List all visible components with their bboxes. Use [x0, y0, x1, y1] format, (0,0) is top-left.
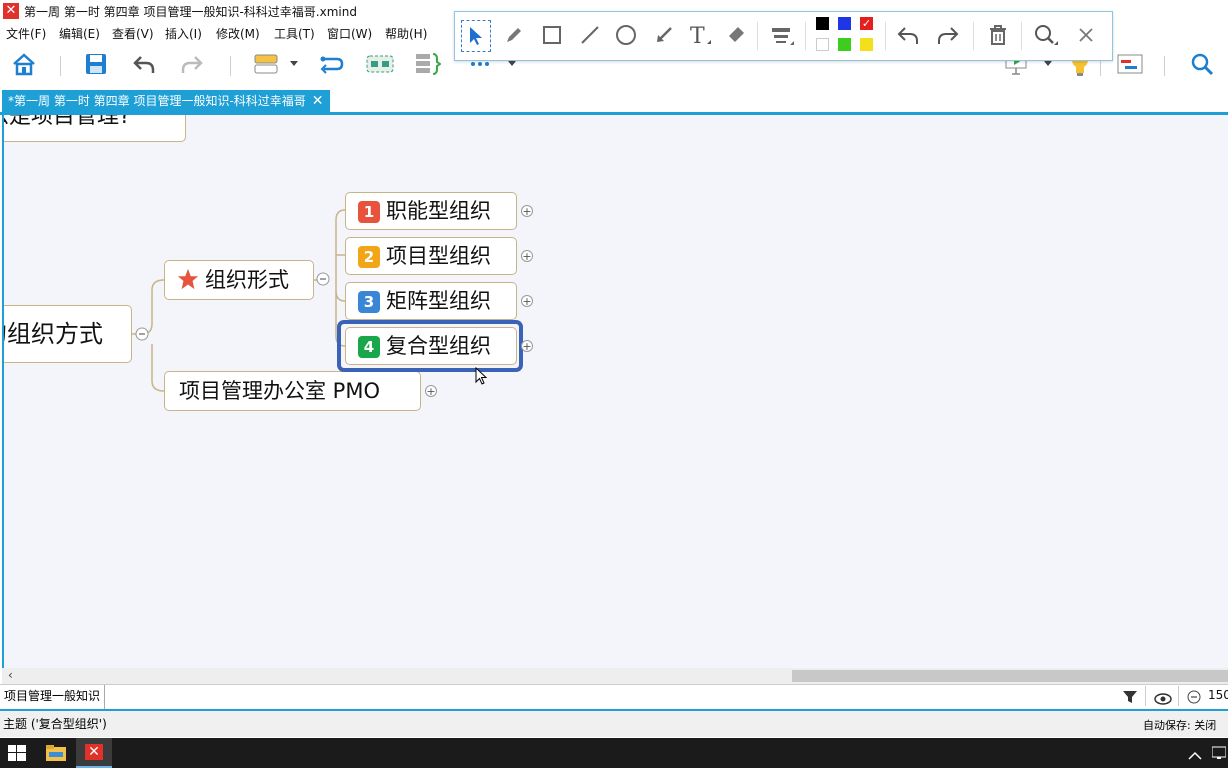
anno-undo-icon[interactable]	[893, 20, 923, 50]
topic-child-1[interactable]: 1 职能型组织	[345, 192, 517, 230]
pen-tool-icon[interactable]	[499, 20, 529, 50]
tray-chevron-up-icon[interactable]	[1188, 746, 1202, 765]
topic-child-3[interactable]: 3 矩阵型组织	[345, 282, 517, 320]
star-icon	[177, 268, 205, 292]
menu-file[interactable]: 文件(F)	[6, 25, 46, 42]
tray-network-icon[interactable]	[1211, 745, 1227, 764]
topic-org-form-label: 组织形式	[205, 268, 289, 292]
taskbar: ✕	[0, 738, 1228, 768]
zoom-out-icon[interactable]	[1187, 689, 1201, 708]
topic-org-method-label: 的组织方式	[4, 320, 103, 348]
color-black-swatch[interactable]	[816, 17, 829, 30]
search-icon[interactable]	[1186, 44, 1218, 84]
status-bar: 主题 ('复合型组织') 自动保存: 关闭	[0, 711, 1228, 737]
topic-partial-top-label: 么是项目管理?	[4, 115, 131, 129]
close-tab-icon[interactable]: ✕	[312, 93, 324, 109]
priority-4-icon: 4	[358, 336, 380, 358]
priority-1-icon: 1	[358, 201, 380, 223]
topic-child-2[interactable]: 2 项目型组织	[345, 237, 517, 275]
sheet-tab[interactable]: 项目管理一般知识	[0, 685, 106, 709]
expand-pmo-icon[interactable]: +	[425, 385, 437, 397]
svg-text:T: T	[690, 24, 705, 46]
menu-insert[interactable]: 插入(I)	[165, 25, 202, 42]
expand-child-3-icon[interactable]: +	[521, 295, 533, 307]
save-icon[interactable]	[80, 44, 112, 84]
eraser-tool-icon[interactable]	[721, 20, 751, 50]
tab-document[interactable]: *第一周 第一时 第四章 项目管理一般知识-科科过幸福哥 ✕	[2, 90, 330, 112]
line-tool-icon[interactable]	[575, 20, 605, 50]
expand-child-2-icon[interactable]: +	[521, 250, 533, 262]
pointer-tool-icon[interactable]	[461, 20, 491, 52]
topic-child-4-label: 复合型组织	[386, 334, 491, 358]
topic-partial-top[interactable]: 么是项目管理?	[4, 115, 186, 142]
topic-pmo-label: 项目管理办公室 PMO	[179, 379, 380, 403]
horizontal-scrollbar[interactable]: ‹	[2, 668, 1228, 684]
scrollbar-thumb[interactable]	[792, 670, 1228, 682]
expand-child-4-icon[interactable]: +	[521, 340, 533, 352]
mindmap-canvas[interactable]: 么是项目管理? 的组织方式 组织形式 项目管理办公室 PMO + 1职能型组织 …	[2, 115, 1228, 668]
color-green-swatch[interactable]	[838, 38, 851, 51]
color-white-swatch[interactable]	[816, 38, 829, 51]
ellipse-tool-icon[interactable]	[611, 20, 641, 50]
menu-window[interactable]: 窗口(W)	[327, 25, 372, 42]
filter-icon[interactable]	[1122, 689, 1138, 708]
priority-2-icon: 2	[358, 246, 380, 268]
line-width-icon[interactable]	[767, 20, 797, 50]
redo-icon[interactable]	[176, 44, 208, 84]
relationship-icon[interactable]	[316, 44, 348, 84]
trash-icon[interactable]	[983, 20, 1013, 50]
taskbar-xmind-app[interactable]: ✕	[76, 738, 112, 768]
anno-zoom-icon[interactable]	[1031, 20, 1061, 50]
topic-pmo[interactable]: 项目管理办公室 PMO	[164, 371, 421, 411]
eye-icon[interactable]	[1154, 690, 1172, 709]
sheet-bar: 项目管理一般知识 150	[0, 684, 1228, 712]
annotation-toolbar: T ✓	[454, 11, 1113, 61]
color-blue-swatch[interactable]	[838, 17, 851, 30]
windows-start-icon[interactable]	[8, 745, 26, 765]
topic-org-method[interactable]: 的组织方式	[4, 305, 132, 363]
window-title: 第一周 第一时 第四章 项目管理一般知识-科科过幸福哥.xmind	[24, 5, 357, 19]
rectangle-tool-icon[interactable]	[537, 20, 567, 50]
expand-child-1-icon[interactable]: +	[521, 205, 533, 217]
close-annotation-icon[interactable]	[1071, 20, 1101, 50]
status-selected-topic: 主题 ('复合型组织')	[3, 717, 107, 731]
xmind-logo-icon: ✕	[3, 3, 19, 19]
topic-child-2-label: 项目型组织	[386, 244, 491, 268]
menu-edit[interactable]: 编辑(E)	[59, 25, 100, 42]
autosave-status: 自动保存: 关闭	[1143, 719, 1217, 732]
anno-redo-icon[interactable]	[933, 20, 963, 50]
summary-icon[interactable]	[412, 44, 444, 84]
color-red-swatch-selected-icon[interactable]: ✓	[860, 17, 873, 30]
topic-style-icon[interactable]	[250, 44, 282, 84]
file-explorer-icon[interactable]	[46, 745, 66, 765]
mouse-cursor-icon	[475, 367, 488, 385]
topic-org-form[interactable]: 组织形式	[164, 260, 314, 300]
text-tool-icon[interactable]: T	[685, 20, 715, 50]
priority-3-icon: 3	[358, 291, 380, 313]
document-tab-bar: *第一周 第一时 第四章 项目管理一般知识-科科过幸福哥 ✕	[0, 90, 1228, 115]
undo-icon[interactable]	[128, 44, 160, 84]
menu-modify[interactable]: 修改(M)	[216, 25, 260, 42]
color-yellow-swatch[interactable]	[860, 38, 873, 51]
home-icon[interactable]	[8, 44, 40, 84]
topic-child-4-selected[interactable]: 4 复合型组织	[345, 327, 517, 365]
gantt-view-icon[interactable]	[1114, 44, 1146, 84]
topic-style-dropdown-icon[interactable]	[284, 44, 304, 84]
menu-help[interactable]: 帮助(H)	[385, 25, 427, 42]
scroll-left-icon[interactable]: ‹	[8, 668, 13, 682]
topic-child-3-label: 矩阵型组织	[386, 289, 491, 313]
boundary-icon[interactable]	[364, 44, 396, 84]
zoom-level: 150	[1208, 688, 1228, 702]
menu-view[interactable]: 查看(V)	[112, 25, 154, 42]
menu-tools[interactable]: 工具(T)	[274, 25, 315, 42]
tab-label: *第一周 第一时 第四章 项目管理一般知识-科科过幸福哥	[8, 94, 306, 108]
xmind-taskbar-icon: ✕	[85, 744, 103, 760]
arrow-tool-icon[interactable]	[649, 20, 679, 50]
topic-child-1-label: 职能型组织	[386, 199, 491, 223]
